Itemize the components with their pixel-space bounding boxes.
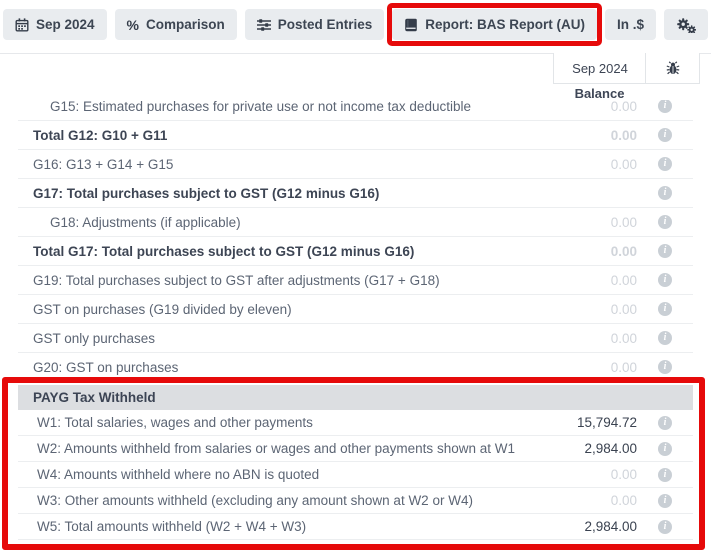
table-row-total-g12[interactable]: Total G12: G10 + G11 0.00 i [18, 121, 693, 150]
row-value: 0.00 [517, 302, 637, 317]
row-value: 0.00 [517, 360, 637, 375]
row-label: GST only purchases [18, 331, 517, 346]
row-value: 0.00 [517, 157, 637, 172]
row-value: 15,794.72 [517, 415, 637, 430]
row-label: Total G12: G10 + G11 [18, 128, 517, 143]
row-label: GST on purchases (G19 divided by eleven) [18, 302, 517, 317]
info-icon[interactable]: i [658, 520, 672, 534]
table-row-w3[interactable]: W3: Other amounts withheld (excluding an… [18, 488, 693, 514]
info-icon[interactable]: i [658, 360, 672, 374]
table-row-g19[interactable]: G19: Total purchases subject to GST afte… [18, 266, 693, 295]
info-icon[interactable]: i [658, 215, 672, 229]
row-label: G16: G13 + G14 + G15 [18, 157, 517, 172]
row-label: G19: Total purchases subject to GST afte… [18, 273, 517, 288]
sliders-icon [257, 19, 271, 31]
report-rows: G15: Estimated purchases for private use… [0, 100, 711, 560]
row-label: Total G17: Total purchases subject to GS… [18, 244, 517, 259]
settings-icon [676, 17, 696, 33]
settings-button[interactable] [664, 9, 708, 40]
table-row-w1[interactable]: W1: Total salaries, wages and other paym… [18, 410, 693, 436]
currency-toggle-label: In .$ [617, 17, 644, 32]
bug-icon[interactable] [645, 53, 700, 84]
row-label: G20: GST on purchases [18, 360, 517, 375]
info-icon[interactable]: i [658, 494, 672, 508]
table-row-total-g17[interactable]: Total G17: Total purchases subject to GS… [18, 237, 693, 266]
info-icon[interactable]: i [658, 128, 672, 142]
table-row-g17[interactable]: G17: Total purchases subject to GST (G12… [18, 179, 693, 208]
info-icon[interactable]: i [658, 468, 672, 482]
percent-icon: % [127, 18, 139, 32]
currency-toggle-button[interactable]: In .$ [605, 9, 656, 40]
section-title: PAYG Tax Withheld [18, 390, 693, 405]
posted-entries-button-label: Posted Entries [278, 17, 373, 32]
row-value: 2,984.00 [517, 441, 637, 456]
balance-column-label: Balance [553, 86, 646, 101]
info-icon[interactable]: i [658, 331, 672, 345]
row-label: W3: Other amounts withheld (excluding an… [18, 493, 517, 508]
info-icon[interactable]: i [658, 302, 672, 316]
row-value: 0.00 [517, 100, 637, 114]
section-header-payg: PAYG Tax Withheld [18, 385, 693, 410]
row-label: G17: Total purchases subject to GST (G12… [18, 186, 517, 201]
column-header-period[interactable]: Sep 2024 [553, 53, 646, 84]
row-label: G18: Adjustments (if applicable) [18, 215, 517, 230]
row-value: 0.00 [517, 244, 637, 259]
info-icon[interactable]: i [658, 157, 672, 171]
table-row-g18[interactable]: G18: Adjustments (if applicable) 0.00 i [18, 208, 693, 237]
row-value: 0.00 [517, 215, 637, 230]
table-row-gst-on-purchases[interactable]: GST on purchases (G19 divided by eleven)… [18, 295, 693, 324]
info-icon[interactable]: i [658, 442, 672, 456]
table-row-g15[interactable]: G15: Estimated purchases for private use… [18, 100, 693, 121]
posted-entries-button[interactable]: Posted Entries [245, 9, 385, 40]
row-value: 2,984.00 [517, 519, 637, 534]
row-label: W1: Total salaries, wages and other paym… [18, 415, 517, 430]
book-icon [404, 18, 418, 32]
row-value: 0.00 [517, 128, 637, 143]
info-icon[interactable]: i [658, 186, 672, 200]
comparison-button-label: Comparison [146, 17, 225, 32]
period-button[interactable]: Sep 2024 [3, 9, 107, 40]
toolbar: Sep 2024 % Comparison Posted Entries [0, 9, 711, 40]
payg-section: PAYG Tax Withheld W1: Total salaries, wa… [0, 385, 711, 540]
table-row-w5[interactable]: W5: Total amounts withheld (W2 + W4 + W3… [18, 514, 693, 540]
table-row-w4[interactable]: W4: Amounts withheld where no ABN is quo… [18, 462, 693, 488]
report-button[interactable]: Report: BAS Report (AU) [392, 9, 597, 40]
period-button-label: Sep 2024 [36, 17, 95, 32]
row-label: W2: Amounts withheld from salaries or wa… [18, 441, 517, 456]
row-value: 0.00 [517, 467, 637, 482]
row-label: G15: Estimated purchases for private use… [18, 100, 517, 114]
info-icon[interactable]: i [658, 244, 672, 258]
row-label: W5: Total amounts withheld (W2 + W4 + W3… [18, 519, 517, 534]
comparison-button[interactable]: % Comparison [115, 9, 237, 40]
row-value: 0.00 [517, 273, 637, 288]
table-row-w2[interactable]: W2: Amounts withheld from salaries or wa… [18, 436, 693, 462]
row-value: 0.00 [517, 331, 637, 346]
info-icon[interactable]: i [658, 416, 672, 430]
table-row-g16[interactable]: G16: G13 + G14 + G15 0.00 i [18, 150, 693, 179]
row-value: 0.00 [517, 493, 637, 508]
table-row-g20[interactable]: G20: GST on purchases 0.00 i [18, 353, 693, 382]
report-button-label: Report: BAS Report (AU) [425, 17, 585, 32]
row-label: W4: Amounts withheld where no ABN is quo… [18, 467, 517, 482]
info-icon[interactable]: i [658, 100, 672, 113]
calendar-icon [15, 18, 29, 32]
table-row-gst-only-purchases[interactable]: GST only purchases 0.00 i [18, 324, 693, 353]
info-icon[interactable]: i [658, 273, 672, 287]
